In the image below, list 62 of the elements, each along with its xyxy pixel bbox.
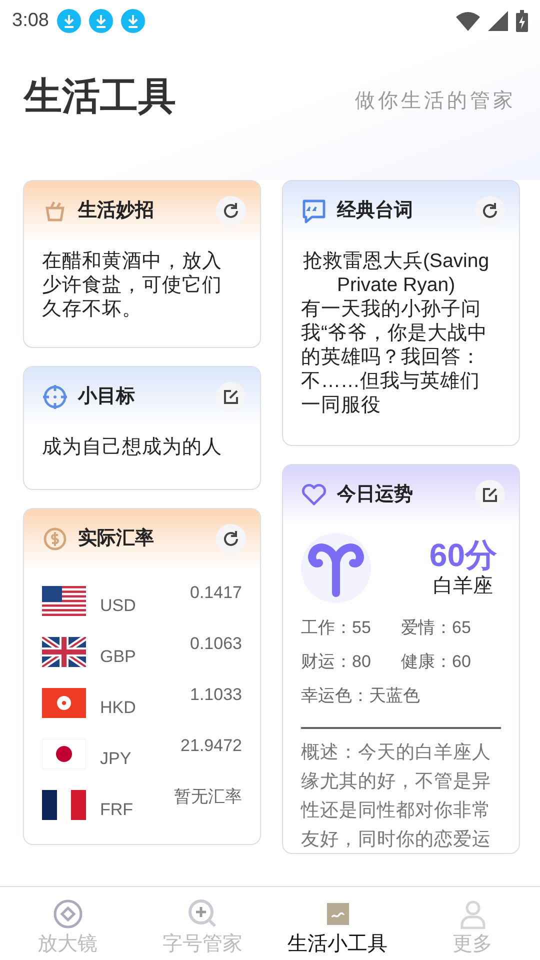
- download-icon: [120, 9, 145, 33]
- currency-code: HKD: [100, 696, 137, 718]
- flag-icon: [42, 688, 86, 718]
- download-icon: [88, 9, 113, 33]
- stat-text: 工作：55: [301, 618, 371, 637]
- edit-icon: [482, 487, 498, 503]
- tab-item[interactable]: 放大镜: [0, 887, 135, 960]
- rate-value: 0.1063: [189, 633, 242, 655]
- score-text: 60分: [429, 538, 497, 574]
- rate-value: 0.1417: [189, 582, 242, 604]
- stat-text: 健康：60: [401, 652, 471, 671]
- page-title: 生活工具: [24, 78, 176, 116]
- slogan-text: 做你生活的管家: [355, 89, 516, 114]
- refresh-icon: [221, 529, 241, 549]
- download-icon: [56, 9, 81, 33]
- speech-bubble-icon: [301, 198, 327, 224]
- tab-item[interactable]: 字号管家: [135, 887, 270, 960]
- edit-icon: [223, 389, 239, 405]
- card-title: 生活妙招: [78, 198, 155, 223]
- magnifier-icon: [52, 899, 82, 929]
- signal-icon: [488, 11, 508, 31]
- card-title: 经典台词: [337, 198, 414, 223]
- refresh-button[interactable]: [216, 196, 246, 226]
- flag-icon: [42, 586, 86, 616]
- edit-button[interactable]: [475, 480, 505, 510]
- card-title: 小目标: [78, 384, 136, 409]
- refresh-icon: [480, 201, 500, 221]
- tab-item[interactable]: 更多: [405, 887, 540, 960]
- flag-icon: [42, 790, 86, 820]
- refresh-icon: [221, 201, 241, 221]
- stat-text: 财运：80: [301, 652, 371, 671]
- clock-text: 3:08: [12, 8, 49, 33]
- lucky-color-text: 幸运色：天蓝色: [301, 685, 421, 707]
- rate-value: 21.9472: [180, 735, 242, 757]
- currency-code: USD: [100, 594, 137, 616]
- currency-code: FRF: [100, 798, 134, 820]
- zodiac-sign: 白羊座: [432, 574, 494, 598]
- flag-icon: [42, 738, 86, 768]
- quote-text: 有一天我的小孙子问我“爷爷，你是大战中的英雄吗？我回答：不……但我与英雄们一同服役: [301, 297, 488, 417]
- card-title: 实际汇率: [78, 526, 155, 551]
- edit-button[interactable]: [216, 382, 246, 412]
- zoom-icon: [188, 899, 218, 929]
- refresh-button[interactable]: [475, 196, 505, 226]
- flag-icon: [42, 636, 86, 666]
- battery-icon: [516, 10, 528, 32]
- wifi-icon: [456, 11, 480, 31]
- summary-text: 概述：今天的白羊座人缘尤其的好，不管是异性还是同性都对你非常友好，同时你的恋爱运: [301, 727, 501, 853]
- card-text: 成为自己想成为的人: [42, 435, 223, 459]
- aries-icon: [301, 533, 371, 603]
- heart-icon: [301, 482, 327, 508]
- refresh-button[interactable]: [216, 524, 246, 554]
- card-text: 在醋和黄酒中，放入少许食盐，可使它们久存不坏。: [42, 249, 223, 321]
- crosshair-icon: [42, 384, 68, 410]
- rate-value: 暂无汇率: [173, 786, 242, 808]
- currency-code: GBP: [100, 646, 137, 668]
- stat-text: 爱情：65: [401, 618, 471, 637]
- currency-code: JPY: [100, 748, 132, 770]
- card-title: 今日运势: [337, 482, 414, 507]
- tab-item[interactable]: 生活小工具: [270, 887, 405, 960]
- movie-title: 抢救雷恩大兵(Saving Private Ryan): [302, 249, 490, 297]
- rate-value: 1.1033: [189, 684, 242, 706]
- dollar-icon: [42, 526, 68, 552]
